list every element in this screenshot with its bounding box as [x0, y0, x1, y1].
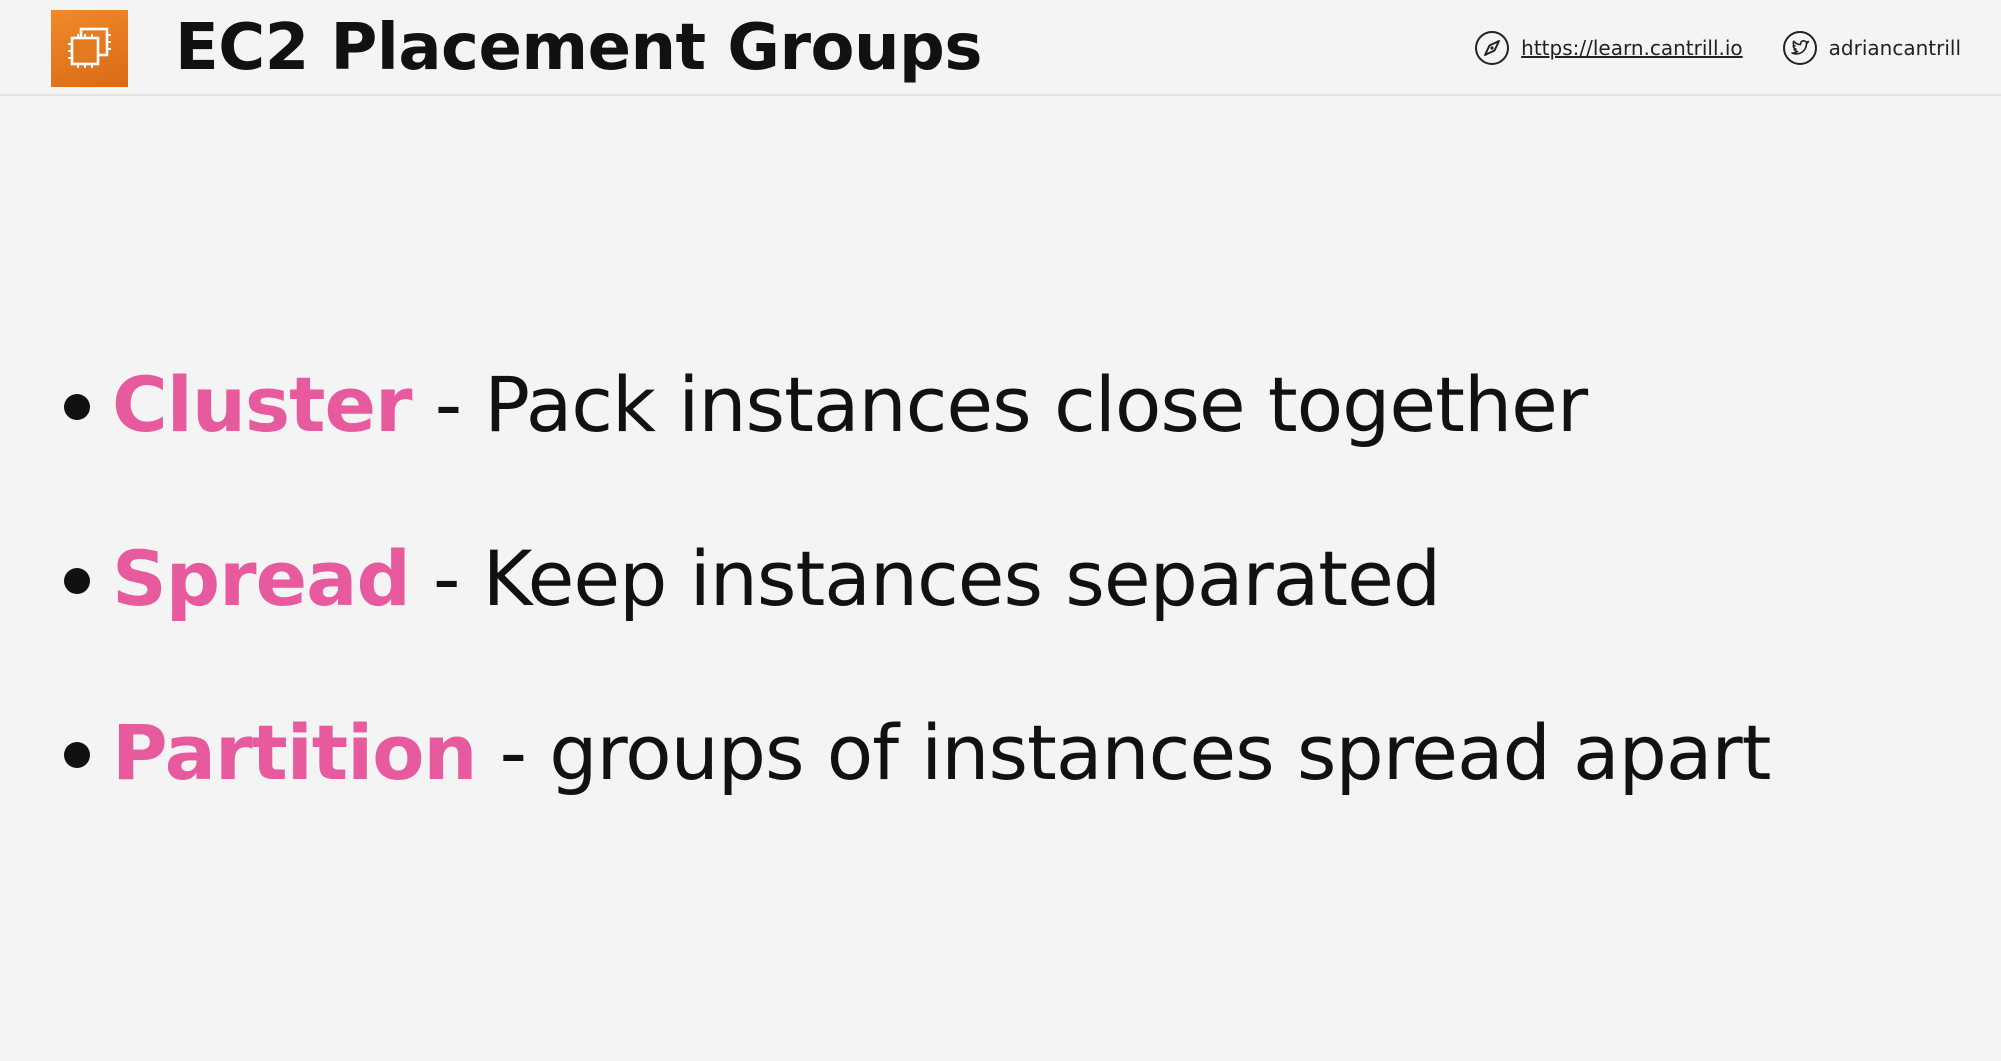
bullet-separator: -: [476, 708, 550, 797]
bullet-separator: -: [409, 534, 483, 623]
bullet-term: Partition: [112, 708, 478, 797]
ec2-chip-icon: [51, 10, 128, 87]
bullet-dot: [64, 568, 90, 594]
ec2-chip-icon-graphic: [68, 27, 111, 68]
bullet-item-cluster: Cluster - Pack instances close together: [64, 350, 1770, 460]
slide-header: EC2 Placement Groups https://learn.cantr…: [0, 0, 2001, 96]
bullet-description: Keep instances separated: [482, 534, 1441, 623]
bullet-dot: [64, 742, 90, 768]
twitter-link[interactable]: adriancantrill: [1781, 29, 1961, 67]
website-link[interactable]: https://learn.cantrill.io: [1473, 29, 1743, 67]
bullet-item-spread: Spread - Keep instances separated: [64, 524, 1770, 634]
bullet-description: Pack instances close together: [484, 360, 1588, 449]
bullet-item-partition: Partition - groups of instances spread a…: [64, 698, 1771, 808]
bullet-term: Spread: [112, 534, 411, 623]
compass-icon: [1475, 31, 1510, 65]
twitter-bird-icon: [1782, 31, 1817, 65]
twitter-handle[interactable]: adriancantrill: [1829, 36, 1961, 60]
bullet-separator: -: [411, 360, 485, 449]
bullet-list: Cluster - Pack instances close together …: [64, 350, 1771, 872]
bullet-description: groups of instances spread apart: [549, 708, 1771, 797]
bullet-term: Cluster: [112, 360, 413, 449]
page-title: EC2 Placement Groups: [175, 11, 982, 85]
header-links: https://learn.cantrill.io adriancantrill: [1473, 28, 1961, 68]
bullet-dot: [64, 394, 90, 420]
website-url[interactable]: https://learn.cantrill.io: [1521, 36, 1743, 60]
